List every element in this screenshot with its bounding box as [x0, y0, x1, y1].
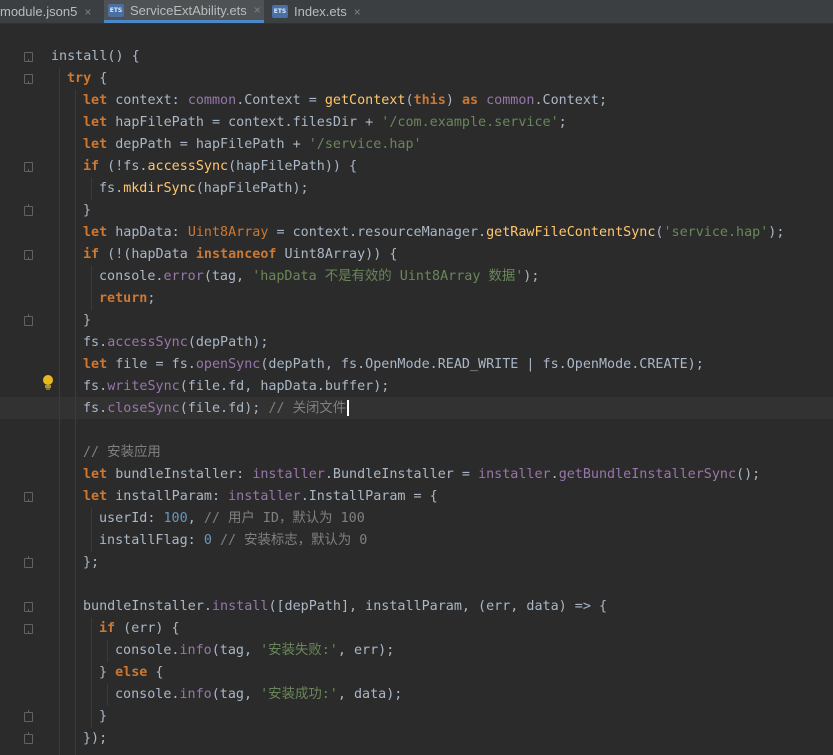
code-line[interactable]: try {: [51, 68, 107, 90]
code-line[interactable]: if (!(hapData instanceof Uint8Array)) {: [51, 244, 397, 266]
close-tab-icon[interactable]: ×: [84, 5, 91, 19]
code-line[interactable]: console.error(tag, 'hapData 不是有效的 Uint8A…: [51, 266, 539, 288]
code-line[interactable]: let bundleInstaller: installer.BundleIns…: [51, 464, 760, 486]
code-line[interactable]: fs.mkdirSync(hapFilePath);: [51, 178, 309, 200]
fold-marker-icon[interactable]: [24, 52, 33, 62]
fold-marker-icon[interactable]: [24, 250, 33, 260]
code-line[interactable]: console.info(tag, '安装成功:', data);: [51, 684, 402, 706]
code-line[interactable]: return;: [51, 288, 155, 310]
code-line[interactable]: fs.closeSync(file.fd); // 关闭文件: [51, 398, 350, 420]
tab-label: module.json5: [0, 4, 78, 19]
code-line[interactable]: } else {: [51, 662, 164, 684]
fold-marker-icon[interactable]: [24, 556, 33, 568]
code-line[interactable]: let depPath = hapFilePath + '/service.ha…: [51, 134, 422, 156]
text-caret: [347, 400, 350, 416]
fold-marker-icon[interactable]: [24, 314, 33, 326]
fold-marker-icon[interactable]: [24, 732, 33, 744]
fold-marker-icon[interactable]: [24, 492, 33, 502]
tab-label: ServiceExtAbility.ets: [130, 2, 247, 18]
fold-marker-icon[interactable]: [24, 162, 33, 172]
code-line[interactable]: fs.writeSync(file.fd, hapData.buffer);: [51, 376, 389, 398]
code-line[interactable]: userId: 100, // 用户 ID，默认为 100: [51, 508, 365, 530]
code-line[interactable]: fs.accessSync(depPath);: [51, 332, 268, 354]
code-line[interactable]: console.info(tag, '安装失败:', err);: [51, 640, 394, 662]
fold-marker-icon[interactable]: [24, 602, 33, 612]
fold-marker-icon[interactable]: [24, 74, 33, 84]
code-line[interactable]: let hapData: Uint8Array = context.resour…: [51, 222, 784, 244]
editor-tab-bar: module.json5 × ETS ServiceExtAbility.ets…: [0, 0, 833, 24]
code-line[interactable]: bundleInstaller.install([depPath], insta…: [51, 596, 607, 618]
code-line[interactable]: }: [51, 706, 107, 728]
code-line[interactable]: installFlag: 0 // 安装标志，默认为 0: [51, 530, 367, 552]
close-tab-icon[interactable]: ×: [254, 3, 261, 17]
ets-file-icon: ETS: [272, 5, 288, 18]
tab-label: Index.ets: [294, 4, 347, 19]
fold-marker-icon[interactable]: [24, 204, 33, 216]
code-line[interactable]: }: [51, 310, 91, 332]
ets-file-icon: ETS: [108, 3, 124, 17]
close-tab-icon[interactable]: ×: [354, 5, 361, 19]
code-line[interactable]: });: [51, 728, 107, 750]
code-line[interactable]: let installParam: installer.InstallParam…: [51, 486, 438, 508]
code-line[interactable]: let context: common.Context = getContext…: [51, 90, 607, 112]
tab-module-json5[interactable]: module.json5 ×: [0, 0, 100, 23]
code-line[interactable]: if (!fs.accessSync(hapFilePath)) {: [51, 156, 357, 178]
fold-marker-icon[interactable]: [24, 710, 33, 722]
code-line[interactable]: };: [51, 552, 99, 574]
code-line[interactable]: // 安装应用: [51, 442, 161, 464]
fold-marker-icon[interactable]: [24, 624, 33, 634]
code-line[interactable]: let file = fs.openSync(depPath, fs.OpenM…: [51, 354, 704, 376]
code-line[interactable]: }: [51, 200, 91, 222]
code-line[interactable]: let hapFilePath = context.filesDir + '/c…: [51, 112, 567, 134]
tab-index-ets[interactable]: ETS Index.ets ×: [268, 0, 378, 23]
code-line[interactable]: if (err) {: [51, 618, 180, 640]
code-line[interactable]: install() {: [51, 46, 140, 68]
tab-serviceextability-ets[interactable]: ETS ServiceExtAbility.ets ×: [104, 0, 264, 23]
